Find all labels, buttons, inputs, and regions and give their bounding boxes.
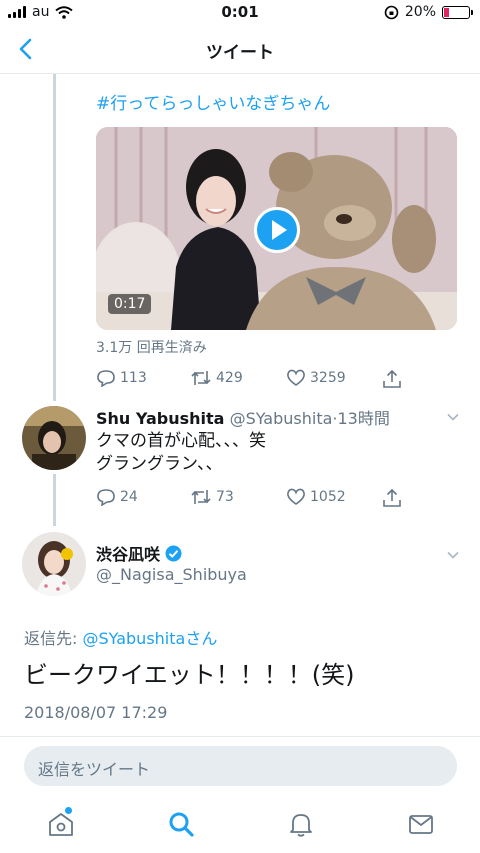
status-bar: au 0:01 20% xyxy=(0,0,480,26)
retweet-action[interactable]: 73 xyxy=(190,488,234,506)
retweet-count: 73 xyxy=(216,489,234,505)
heart-icon xyxy=(287,488,305,505)
tab-bar xyxy=(0,800,480,853)
reply-count: 24 xyxy=(120,489,138,505)
share-action[interactable] xyxy=(382,488,402,508)
reply-count: 113 xyxy=(120,370,147,386)
messages-icon xyxy=(409,815,433,834)
tweet-header: Shu Yabushita @SYabushita·13時間 xyxy=(96,405,390,429)
battery-icon xyxy=(442,5,473,19)
home-icon xyxy=(49,813,73,836)
reply-icon xyxy=(97,370,115,387)
reply-action[interactable]: 24 xyxy=(96,488,138,506)
reply-icon xyxy=(97,489,115,506)
share-icon xyxy=(383,488,401,507)
video-duration: 0:17 xyxy=(108,294,152,314)
tweet-actions: 24 73 1052 xyxy=(96,488,416,510)
tweet-text-line: グラングラン、、 xyxy=(96,454,223,474)
thread-connector xyxy=(53,74,56,401)
like-action[interactable]: 1052 xyxy=(286,488,346,506)
user-handle[interactable]: @SYabushita·13時間 xyxy=(230,409,390,428)
mention-link[interactable]: @SYabushita xyxy=(82,629,185,648)
reply-input[interactable]: 返信をツイート xyxy=(24,746,457,786)
tweet-text: クマの首が心配、、、笑 グラングラン、、 xyxy=(96,430,266,476)
avatar[interactable] xyxy=(22,406,86,470)
retweet-icon xyxy=(191,371,211,385)
verified-badge-icon xyxy=(165,545,182,561)
share-icon xyxy=(383,369,401,388)
play-button[interactable] xyxy=(254,207,300,253)
share-action[interactable] xyxy=(382,369,402,389)
video-player[interactable]: 0:17 xyxy=(96,127,457,330)
tab-messages[interactable] xyxy=(407,810,435,838)
divider xyxy=(0,736,480,737)
tweet-text-line: クマの首が心配、、、笑 xyxy=(96,431,266,451)
reply-context: 返信先: @SYabushitaさん xyxy=(24,625,217,649)
avatar[interactable] xyxy=(22,532,86,596)
notification-dot xyxy=(65,807,72,814)
retweet-count: 429 xyxy=(216,370,243,386)
page-title: ツイート xyxy=(206,43,274,63)
nav-header: ツイート xyxy=(0,26,480,74)
retweet-icon xyxy=(191,490,211,504)
reply-to-suffix: さん xyxy=(185,629,218,648)
like-count: 1052 xyxy=(310,489,346,505)
chevron-down-icon[interactable] xyxy=(446,548,460,562)
chevron-down-icon[interactable] xyxy=(446,410,460,424)
tab-search[interactable] xyxy=(167,810,195,838)
user-name[interactable]: 渋谷凪咲 xyxy=(96,541,160,565)
main-tweet-text: ビークワイエット！！！！(笑) xyxy=(24,661,355,689)
orientation-lock-icon xyxy=(384,5,399,19)
thread-connector xyxy=(53,474,56,526)
reply-action[interactable]: 113 xyxy=(96,369,147,387)
heart-icon xyxy=(287,369,305,386)
user-name[interactable]: Shu Yabushita xyxy=(96,409,224,428)
tab-home[interactable] xyxy=(47,807,75,838)
like-action[interactable]: 3259 xyxy=(286,369,346,387)
tweet-timestamp: 2018/08/07 17:29 xyxy=(24,703,168,722)
tweet-actions: 113 429 3259 xyxy=(96,369,416,391)
notifications-icon xyxy=(290,814,312,837)
battery-percent: 20% xyxy=(404,4,436,20)
reply-to-label: 返信先: xyxy=(24,629,83,648)
search-icon xyxy=(169,812,194,837)
tweet-header: 渋谷凪咲 xyxy=(96,541,182,565)
like-count: 3259 xyxy=(310,370,346,386)
retweet-action[interactable]: 429 xyxy=(190,369,243,387)
view-count: 3.1万 回再生済み xyxy=(96,340,207,356)
hashtag-link[interactable]: #行ってらっしゃいなぎちゃん xyxy=(96,89,330,114)
user-handle[interactable]: @_Nagisa_Shibuya xyxy=(96,565,247,584)
tab-notifications[interactable] xyxy=(287,810,315,838)
